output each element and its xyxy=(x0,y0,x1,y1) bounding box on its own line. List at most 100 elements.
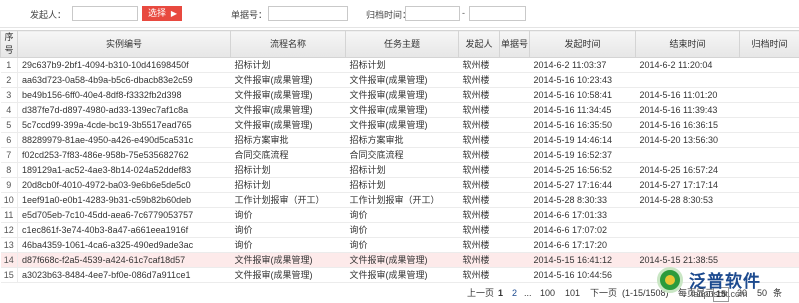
archive-time-end-input[interactable] xyxy=(469,6,526,21)
table-row[interactable]: 9 20d8cb0f-4010-4972-ba03-9e6b6e5de5c0 招标计… xyxy=(0,177,799,193)
table-cell: 文件报审(成果管理) xyxy=(345,117,459,133)
table-cell: 189129a1-ac52-4ae3-8b14-024a52ddef83 xyxy=(17,162,231,178)
page-ellipsis: ... xyxy=(524,288,532,298)
column-header[interactable]: 流程名称 xyxy=(230,30,346,58)
table-cell: 文件报审(成果管理) xyxy=(230,267,346,283)
table-cell xyxy=(499,72,530,88)
table-cell xyxy=(739,117,799,133)
table-cell: 招标计划 xyxy=(345,177,459,193)
table-cell xyxy=(739,222,799,238)
table-cell xyxy=(499,237,530,253)
table-cell xyxy=(499,102,530,118)
table-cell: 软州楼 xyxy=(458,207,500,223)
column-header[interactable]: 单据号 xyxy=(499,30,530,58)
table-cell xyxy=(499,207,530,223)
table-cell: 软州楼 xyxy=(458,267,500,283)
table-cell: 软州楼 xyxy=(458,222,500,238)
page-101-link[interactable]: 101 xyxy=(565,287,580,300)
page-2-link[interactable]: 2 xyxy=(512,287,517,300)
table-cell xyxy=(635,72,740,88)
table-cell: 合同交底流程 xyxy=(345,147,459,163)
table-cell: 2014-5-16 16:36:15 xyxy=(635,117,740,133)
filter-bar: 发起人： 选择 ▶ 单据号： 归档时间： - xyxy=(0,0,799,28)
table-cell: 软州楼 xyxy=(458,117,500,133)
table-cell: 2014-5-16 10:23:43 xyxy=(529,72,636,88)
table-row[interactable]: 7 f02cd253-7f83-486e-958b-75e535682762 合同交… xyxy=(0,147,799,163)
table-cell: 文件报审(成果管理) xyxy=(230,117,346,133)
column-header[interactable]: 发起人 xyxy=(458,30,500,58)
table-cell: 11 xyxy=(0,207,18,223)
table-cell: 文件报审(成果管理) xyxy=(230,252,346,268)
table-cell: 工作计划报审（开工） xyxy=(345,192,459,208)
table-cell: 2014-5-25 16:57:24 xyxy=(635,162,740,178)
table-cell xyxy=(739,162,799,178)
table-cell xyxy=(499,87,530,103)
table-cell xyxy=(739,237,799,253)
table-cell: 合同交底流程 xyxy=(230,147,346,163)
table-cell xyxy=(635,222,740,238)
table-cell: 询价 xyxy=(230,207,346,223)
page-1-current[interactable]: 1 xyxy=(498,287,503,300)
table-row[interactable]: 2 aa63d723-0a58-4b9a-b5c6-dbacb83e2c59 文件报… xyxy=(0,72,799,88)
table-cell: 招标计划 xyxy=(230,177,346,193)
table-cell: 2014-5-28 8:30:53 xyxy=(635,192,740,208)
column-header[interactable]: 任务主题 xyxy=(345,30,459,58)
table-row[interactable]: 13 46ba4359-1061-4ca6-a325-490ed9ade3ac 询价… xyxy=(0,237,799,253)
table-row[interactable]: 8 189129a1-ac52-4ae3-8b14-024a52ddef83 招标计… xyxy=(0,162,799,178)
table-cell: 1 xyxy=(0,57,18,73)
select-button[interactable]: 选择 ▶ xyxy=(142,6,182,21)
table-cell: aa63d723-0a58-4b9a-b5c6-dbacb83e2c59 xyxy=(17,72,231,88)
table-cell xyxy=(499,252,530,268)
next-page-link[interactable]: 下一页 xyxy=(590,287,617,300)
table-cell: 文件报审(成果管理) xyxy=(345,87,459,103)
table-cell: 8 xyxy=(0,162,18,178)
table-cell xyxy=(499,132,530,148)
initiator-input[interactable] xyxy=(72,6,138,21)
chevron-right-icon: ▶ xyxy=(170,9,177,18)
table-cell: 6 xyxy=(0,132,18,148)
table-cell: 2014-5-27 17:17:14 xyxy=(635,177,740,193)
doc-no-input[interactable] xyxy=(268,6,348,21)
table-cell: 2014-5-16 11:39:43 xyxy=(635,102,740,118)
table-cell: be49b156-6ff0-40e4-8df8-f3332fb2d398 xyxy=(17,87,231,103)
brand-watermark: 泛普软件 fanpusoft.com xyxy=(647,261,797,303)
table-cell: 12 xyxy=(0,222,18,238)
table-cell: 2014-5-19 14:46:14 xyxy=(529,132,636,148)
table-cell: 文件报审(成果管理) xyxy=(345,267,459,283)
table-cell: 2014-6-2 11:03:37 xyxy=(529,57,636,73)
table-row[interactable]: 3 be49b156-6ff0-40e4-8df8-f3332fb2d398 文件报… xyxy=(0,87,799,103)
table-row[interactable]: 5 5c7ccd99-399a-4cde-bc19-3b5517ead765 文件报… xyxy=(0,117,799,133)
doc-no-label: 单据号： xyxy=(231,10,268,20)
table-cell: 2014-5-16 16:35:50 xyxy=(529,117,636,133)
prev-page-link[interactable]: 上一页 xyxy=(467,287,494,300)
page-100-link[interactable]: 100 xyxy=(540,287,555,300)
table-row[interactable]: 10 1eef91a0-e0b1-4283-9b31-c59b82b60deb 工作… xyxy=(0,192,799,208)
table-row[interactable]: 11 e5d705eb-7c10-45dd-aea6-7c6779053757 询价… xyxy=(0,207,799,223)
select-button-label: 选择 xyxy=(148,8,167,18)
table-cell: 2014-5-19 16:52:37 xyxy=(529,147,636,163)
table-cell xyxy=(739,177,799,193)
table-cell: e5d705eb-7c10-45dd-aea6-7c6779053757 xyxy=(17,207,231,223)
table-row[interactable]: 4 d387fe7d-d897-4980-ad33-139ec7af1c8a 文件报… xyxy=(0,102,799,118)
table-cell xyxy=(499,147,530,163)
table-cell xyxy=(499,162,530,178)
table-cell xyxy=(499,57,530,73)
column-header[interactable]: 实例编号 xyxy=(17,30,231,58)
table-row[interactable]: 1 29c637b9-2bf1-4094-b310-10d41698450f 招标计… xyxy=(0,57,799,73)
column-header[interactable]: 结束时间 xyxy=(635,30,740,58)
table-cell: 文件报审(成果管理) xyxy=(230,87,346,103)
column-header[interactable]: 发起时间 xyxy=(529,30,636,58)
table-cell: 2014-6-6 17:01:33 xyxy=(529,207,636,223)
brand-logo-icon xyxy=(657,267,683,293)
table-row[interactable]: 12 c1ec861f-3e74-40b3-8a47-a661eea1916f 询价… xyxy=(0,222,799,238)
table-cell: 询价 xyxy=(230,222,346,238)
table-cell: 询价 xyxy=(230,237,346,253)
archive-time-start-input[interactable] xyxy=(405,6,460,21)
table-cell: 软州楼 xyxy=(458,147,500,163)
table-cell xyxy=(499,117,530,133)
table-cell xyxy=(499,222,530,238)
column-header[interactable]: 归档时间 xyxy=(739,30,799,58)
column-header[interactable]: 序号 xyxy=(0,30,18,58)
table-header-row: 序号 实例编号 流程名称 任务主题 发起人 单据号 发起时间 结束时间 归档时间 xyxy=(0,30,799,58)
table-row[interactable]: 6 88289979-81ae-4950-a426-e490d5ca531c 招标方… xyxy=(0,132,799,148)
